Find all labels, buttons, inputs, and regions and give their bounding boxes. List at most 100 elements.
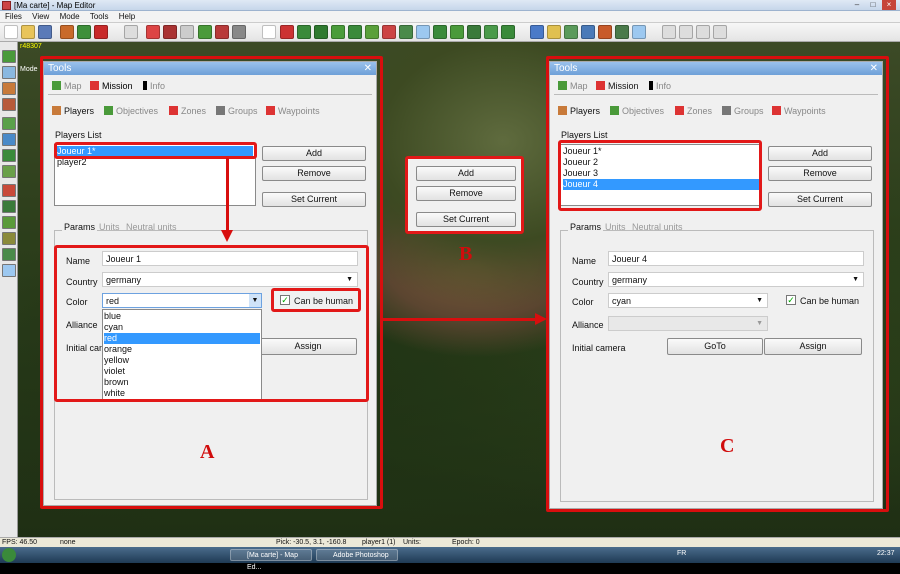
subtab-players[interactable]: Players [558, 105, 600, 117]
close-button[interactable]: × [882, 0, 896, 10]
tool-icon-19[interactable] [433, 25, 447, 39]
subtab-objectives[interactable]: Objectives [610, 105, 664, 117]
left-tool-icon-12[interactable] [2, 232, 16, 245]
tool-icon-7[interactable] [198, 25, 212, 39]
tool-icon-12[interactable] [314, 25, 328, 39]
left-tool-icon-10[interactable] [2, 200, 16, 213]
tool-icon-10[interactable] [280, 25, 294, 39]
left-tool-icon-1[interactable] [2, 50, 16, 63]
tool-icon-22[interactable] [484, 25, 498, 39]
taskbar-item-editor[interactable]: [Ma carte] - Map Ed... [230, 549, 312, 571]
subtab-groups[interactable]: Groups [722, 105, 764, 117]
menu-files[interactable]: Files [5, 12, 22, 21]
left-tool-icon-7[interactable] [2, 149, 16, 162]
panel-c-close-icon[interactable]: ✕ [870, 62, 878, 75]
set-current-button[interactable]: Set Current [262, 192, 366, 207]
set-current-button[interactable]: Set Current [768, 192, 872, 207]
alliance-select[interactable]: ▼ [608, 316, 768, 331]
undo-icon[interactable] [124, 25, 138, 39]
left-tool-icon-5[interactable] [2, 117, 16, 130]
goto-button[interactable]: GoTo [667, 338, 763, 355]
add-player-button[interactable]: Add [768, 146, 872, 161]
menu-help[interactable]: Help [119, 12, 135, 21]
left-tool-icon-3[interactable] [2, 82, 16, 95]
remove-player-button[interactable]: Remove [768, 166, 872, 181]
can-be-human-checkbox[interactable]: ✓ [786, 295, 796, 305]
panel-a-close-icon[interactable]: ✕ [364, 62, 372, 75]
left-tool-icon-2[interactable] [2, 66, 16, 79]
save-icon[interactable] [38, 25, 52, 39]
subtab-objectives[interactable]: Objectives [104, 105, 158, 117]
remove-player-button[interactable]: Remove [262, 166, 366, 181]
tool-icon-24[interactable] [530, 25, 544, 39]
tool-icon-29[interactable] [615, 25, 629, 39]
menu-tools[interactable]: Tools [90, 12, 109, 21]
new-file-icon[interactable] [4, 25, 18, 39]
tool-icon-14[interactable] [348, 25, 362, 39]
tool-icon-1[interactable] [60, 25, 74, 39]
tool-icon-28[interactable] [598, 25, 612, 39]
tool-icon-21[interactable] [467, 25, 481, 39]
maximize-button[interactable]: □ [866, 0, 880, 10]
tab-info[interactable]: Info [649, 80, 671, 92]
tab-units[interactable]: Units [605, 221, 626, 233]
color-select[interactable]: cyan ▼ [608, 293, 768, 308]
subtab-zones[interactable]: Zones [169, 105, 206, 117]
language-indicator[interactable]: FR [677, 550, 686, 557]
country-select[interactable]: germany ▼ [608, 272, 864, 287]
set-current-button-b[interactable]: Set Current [416, 212, 516, 227]
tab-neutral-units[interactable]: Neutral units [632, 221, 683, 233]
tool-icon-17[interactable] [399, 25, 413, 39]
tool-icon-13[interactable] [331, 25, 345, 39]
tool-icon-20[interactable] [450, 25, 464, 39]
tool-icon-4[interactable] [146, 25, 160, 39]
left-tool-icon-4[interactable] [2, 98, 16, 111]
tool-icon-27[interactable] [581, 25, 595, 39]
menu-mode[interactable]: Mode [60, 12, 80, 21]
tab-params[interactable]: Params [62, 221, 98, 233]
tool-icon-25[interactable] [547, 25, 561, 39]
tool-icon-23[interactable] [501, 25, 515, 39]
tool-icon-3[interactable] [94, 25, 108, 39]
minimize-button[interactable]: – [850, 0, 864, 10]
tab-mission[interactable]: Mission [596, 80, 639, 92]
name-field[interactable]: Joueur 4 [608, 251, 864, 266]
assign-button[interactable]: Assign [764, 338, 862, 355]
tab-info[interactable]: Info [143, 80, 165, 92]
left-tool-icon-8[interactable] [2, 165, 16, 178]
subtab-waypoints[interactable]: Waypoints [266, 105, 320, 117]
left-tool-icon-6[interactable] [2, 133, 16, 146]
tab-params[interactable]: Params [568, 221, 604, 233]
add-player-button[interactable]: Add [262, 146, 366, 161]
tab-map[interactable]: Map [558, 80, 588, 92]
add-button-b[interactable]: Add [416, 166, 516, 181]
tool-icon-5[interactable] [163, 25, 177, 39]
tool-icon-9[interactable] [232, 25, 246, 39]
menu-view[interactable]: View [32, 12, 49, 21]
remove-button-b[interactable]: Remove [416, 186, 516, 201]
tool-icon-30[interactable] [662, 25, 676, 39]
tab-map[interactable]: Map [52, 80, 82, 92]
tool-icon-18[interactable] [416, 25, 430, 39]
left-tool-icon-13[interactable] [2, 248, 16, 261]
tools-icon[interactable] [632, 25, 646, 39]
subtab-zones[interactable]: Zones [675, 105, 712, 117]
tool-icon-32[interactable] [696, 25, 710, 39]
pointer-icon[interactable] [262, 25, 276, 39]
taskbar-item-photoshop[interactable]: Adobe Photoshop [316, 549, 398, 561]
open-folder-icon[interactable] [21, 25, 35, 39]
start-icon[interactable] [2, 548, 16, 562]
left-tool-icon-9[interactable] [2, 184, 16, 197]
tool-icon-31[interactable] [679, 25, 693, 39]
left-tool-icon-14[interactable] [2, 264, 16, 277]
tab-units[interactable]: Units [99, 221, 120, 233]
tool-icon-8[interactable] [215, 25, 229, 39]
tab-mission[interactable]: Mission [90, 80, 133, 92]
subtab-waypoints[interactable]: Waypoints [772, 105, 826, 117]
tool-icon-6[interactable] [180, 25, 194, 39]
tool-icon-33[interactable] [713, 25, 727, 39]
tool-icon-26[interactable] [564, 25, 578, 39]
left-tool-icon-11[interactable] [2, 216, 16, 229]
subtab-players[interactable]: Players [52, 105, 94, 117]
tool-icon-2[interactable] [77, 25, 91, 39]
